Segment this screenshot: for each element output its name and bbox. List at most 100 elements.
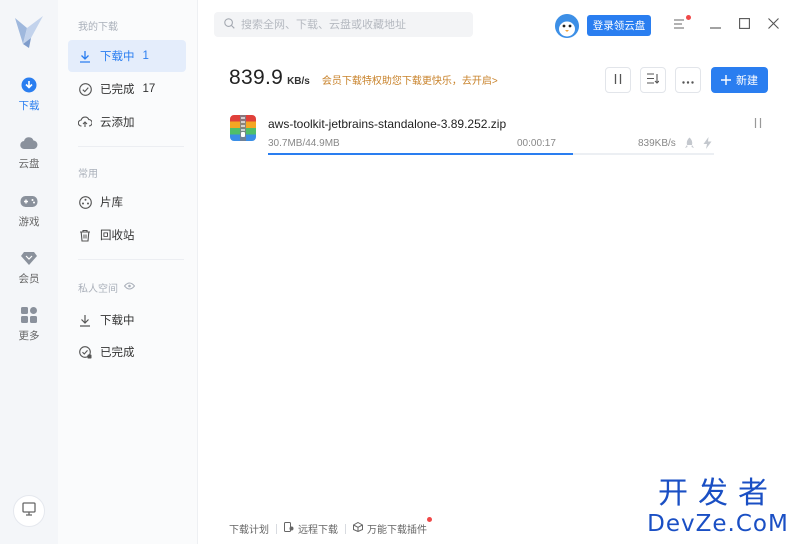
download-filename: aws-toolkit-jetbrains-standalone-3.89.25…: [268, 117, 507, 131]
app-logo-icon: [13, 14, 45, 50]
download-arrow-icon: [78, 313, 92, 327]
more-options-button[interactable]: [675, 67, 701, 93]
section-my-downloads: 我的下载: [78, 18, 118, 33]
rail-item-label: 云盘: [18, 158, 40, 170]
login-label: 登录领云盘: [592, 20, 646, 32]
pause-icon: [754, 115, 762, 133]
download-rate: 839KB/s: [638, 138, 676, 149]
search-input[interactable]: [241, 18, 461, 31]
divider: [345, 523, 346, 534]
lightning-icon[interactable]: [700, 136, 714, 150]
speed-unit: KB/s: [287, 76, 310, 87]
rail-item-cloud[interactable]: 云盘: [0, 134, 58, 184]
speed-summary: 839.9 KB/s 会员下载特权助您下载更快乐，去开启>: [229, 66, 498, 90]
close-button[interactable]: [762, 14, 784, 36]
footer-label: 下载计划: [229, 525, 269, 536]
sidebar-item-private-downloading[interactable]: 下载中: [68, 304, 186, 336]
download-task-row[interactable]: aws-toolkit-jetbrains-standalone-3.89.25…: [222, 108, 778, 160]
section-common: 常用: [78, 165, 98, 180]
trash-icon: [78, 228, 92, 242]
divider: [78, 146, 184, 147]
rail-item-label: 下载: [18, 100, 40, 112]
notification-dot: [686, 15, 691, 20]
download-plan-link[interactable]: 下载计划: [229, 521, 269, 536]
rail-item-games[interactable]: 游戏: [0, 192, 58, 242]
gamepad-icon: [20, 192, 38, 210]
close-icon: [767, 16, 779, 34]
minimize-button[interactable]: [704, 14, 726, 36]
sidebar-item-cloud-add[interactable]: 云添加: [68, 106, 186, 138]
maximize-button[interactable]: [733, 14, 755, 36]
download-progress-fill: [268, 153, 574, 155]
minimize-icon: [709, 16, 721, 34]
search-box[interactable]: [214, 12, 473, 37]
pause-all-button[interactable]: [605, 67, 631, 93]
download-remaining-time: 00:00:17: [517, 138, 556, 149]
count-badge: 1: [142, 50, 149, 62]
eye-icon[interactable]: [123, 282, 136, 293]
sidebar-item-private-completed[interactable]: 已完成: [68, 336, 186, 368]
section-label: 私人空间: [78, 284, 118, 295]
pause-icon: [614, 71, 622, 89]
rail-item-vip[interactable]: 会员: [0, 249, 58, 299]
monitor-icon: [22, 501, 36, 521]
maximize-icon: [738, 16, 750, 34]
rail-item-label: 会员: [18, 273, 40, 285]
remote-device-icon: [284, 522, 294, 535]
new-task-label: 新建: [736, 75, 758, 87]
device-toggle-button[interactable]: [13, 495, 45, 527]
sidebar-item-label: 片库: [100, 197, 123, 209]
divider: [276, 523, 277, 534]
count-badge: 17: [142, 83, 156, 95]
rail-item-label: 游戏: [18, 216, 40, 228]
vip-promo-link[interactable]: 会员下载特权助您下载更快乐，去开启>: [322, 72, 498, 87]
plus-icon: [721, 75, 731, 85]
browser-plugin-link[interactable]: 万能下载插件: [353, 517, 432, 536]
check-circle-lock-icon: [78, 345, 92, 359]
cloud-icon: [20, 134, 38, 152]
download-arrow-icon: [78, 49, 92, 63]
new-task-button[interactable]: 新建: [711, 67, 768, 93]
task-pause-button[interactable]: [750, 116, 766, 132]
apps-grid-icon: [20, 306, 38, 324]
sidebar-item-downloading[interactable]: 下载中 1: [68, 40, 186, 72]
sidebar-item-label: 已完成: [100, 84, 135, 96]
search-icon: [224, 16, 235, 34]
check-circle-icon: [78, 82, 92, 96]
footer-bar: 下载计划 远程下载 万能下载插件: [229, 517, 432, 536]
sidebar-item-label: 已完成: [100, 347, 135, 359]
rocket-icon[interactable]: [682, 136, 696, 150]
avatar[interactable]: [555, 14, 579, 38]
sidebar-item-completed[interactable]: 已完成 17: [68, 73, 186, 105]
download-progress-bar: [268, 153, 714, 155]
menu-button[interactable]: [669, 14, 691, 36]
rail-item-download[interactable]: 下载: [0, 76, 58, 126]
download-circle-icon: [20, 76, 38, 94]
rail-item-label: 更多: [18, 330, 40, 342]
watermark: 开发者 DevZe.CoM: [640, 478, 796, 538]
hamburger-menu-icon: [674, 16, 686, 34]
sidebar-item-label: 云添加: [100, 117, 135, 129]
nav-rail: 下载 云盘 游戏 会员 更多: [0, 0, 58, 544]
sort-button[interactable]: [640, 67, 666, 93]
plugin-cube-icon: [353, 521, 363, 535]
cloud-upload-icon: [78, 115, 92, 129]
diamond-icon: [20, 249, 38, 267]
divider: [78, 259, 184, 260]
watermark-cn: 开发者: [658, 476, 778, 511]
section-private-space: 私人空间: [78, 280, 136, 295]
section-label: 常用: [78, 169, 98, 180]
sidebar-item-label: 回收站: [100, 230, 135, 242]
rail-item-more[interactable]: 更多: [0, 306, 58, 356]
remote-download-link[interactable]: 远程下载: [284, 521, 338, 536]
sort-icon: [647, 71, 660, 89]
footer-label: 万能下载插件: [367, 525, 427, 536]
sidebar-item-library[interactable]: 片库: [68, 186, 186, 218]
section-label: 我的下载: [78, 22, 118, 33]
login-cloud-button[interactable]: 登录领云盘: [587, 15, 651, 36]
sidebar-item-recycle[interactable]: 回收站: [68, 219, 186, 251]
watermark-en: DevZe.CoM: [647, 511, 789, 537]
sidebar-item-label: 下载中: [100, 315, 135, 327]
speed-value: 839.9: [229, 66, 284, 89]
footer-label: 远程下载: [298, 525, 338, 536]
